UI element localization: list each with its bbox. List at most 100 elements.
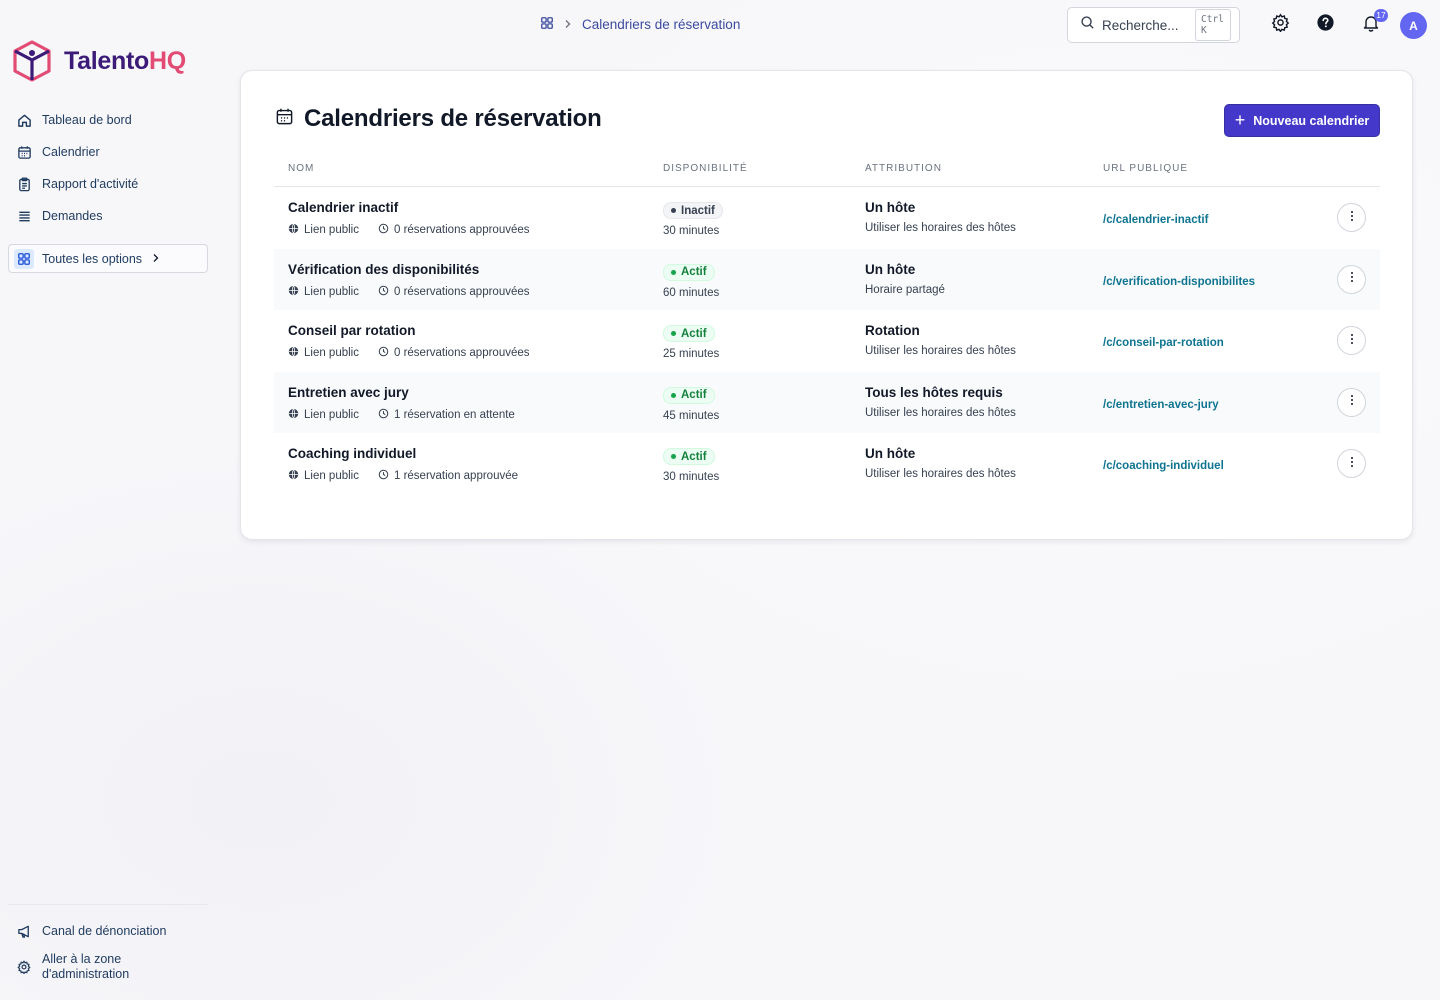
- public-link-label[interactable]: Lien public: [304, 347, 359, 359]
- row-actions-button[interactable]: [1337, 449, 1366, 478]
- sidebar-item-label: Tableau de bord: [42, 113, 132, 127]
- attribution-cell: Tous les hôtes requis Utiliser les horai…: [865, 385, 1016, 419]
- calendar-icon: [275, 107, 294, 131]
- calendar-name[interactable]: Entretien avec jury: [288, 385, 515, 400]
- globe-icon: [288, 408, 299, 422]
- calendar-name[interactable]: Calendrier inactif: [288, 200, 530, 215]
- new-calendar-button-label: Nouveau calendrier: [1253, 113, 1370, 128]
- public-url-link[interactable]: /c/verification-disponibilites: [1103, 276, 1255, 288]
- calendar-meta: Lien public 0 réservations approuvées: [288, 285, 530, 299]
- public-link-label[interactable]: Lien public: [304, 409, 359, 421]
- attribution-cell: Un hôte Utiliser les horaires des hôtes: [865, 446, 1016, 480]
- sidebar-item-activity-report[interactable]: Rapport d'activité: [8, 168, 208, 200]
- sidebar-item-label: Aller à la zone d'administration: [42, 952, 130, 981]
- row-actions-button[interactable]: [1337, 203, 1366, 232]
- breadcrumb-current[interactable]: Calendriers de réservation: [582, 17, 740, 32]
- more-vertical-icon: [1350, 270, 1354, 288]
- sidebar-item-label: Toutes les options: [42, 251, 143, 266]
- public-url-link[interactable]: /c/calendrier-inactif: [1103, 214, 1208, 226]
- sidebar-item-admin-zone[interactable]: Aller à la zone d'administration: [8, 947, 208, 987]
- public-url-link[interactable]: /c/entretien-avec-jury: [1103, 399, 1219, 411]
- public-url-link[interactable]: /c/coaching-individuel: [1103, 460, 1224, 472]
- search-box[interactable]: Ctrl K: [1067, 7, 1240, 43]
- calendar-name[interactable]: Coaching individuel: [288, 446, 518, 461]
- list-icon: [16, 208, 32, 224]
- public-url-cell: /c/conseil-par-rotation: [1103, 333, 1224, 351]
- notifications-count-badge: 17: [1374, 9, 1388, 22]
- help-icon: [1316, 13, 1335, 37]
- attribution-type: Tous les hôtes requis: [865, 384, 1003, 400]
- new-calendar-button[interactable]: + Nouveau calendrier: [1224, 104, 1380, 137]
- table-row[interactable]: Conseil par rotation Lien public 0 réser…: [274, 310, 1380, 372]
- status-dot-icon: [671, 269, 676, 275]
- public-url-link[interactable]: /c/conseil-par-rotation: [1103, 337, 1224, 349]
- attribution-type: Un hôte: [865, 200, 916, 215]
- avatar[interactable]: A: [1400, 12, 1427, 39]
- attribution-cell: Un hôte Utiliser les horaires des hôtes: [865, 200, 1016, 234]
- public-link-label[interactable]: Lien public: [304, 470, 359, 482]
- sidebar-item-whistleblowing[interactable]: Canal de dénonciation: [8, 915, 208, 947]
- bookings-count: 0 réservations approuvées: [393, 347, 530, 359]
- table-row[interactable]: Vérification des disponibilités Lien pub…: [274, 248, 1380, 310]
- column-header-availability[interactable]: Disponibilité: [663, 163, 748, 174]
- table-row[interactable]: Coaching individuel Lien public 1 réserv…: [274, 433, 1380, 495]
- column-header-attribution[interactable]: Attribution: [865, 163, 942, 174]
- status-badge: Actif: [663, 448, 715, 465]
- duration: 30 minutes: [663, 225, 720, 237]
- clock-icon: [378, 346, 389, 360]
- table-row[interactable]: Calendrier inactif Lien public 0 réserva…: [274, 187, 1380, 249]
- search-input[interactable]: [1102, 17, 1188, 33]
- sidebar-item-all-options[interactable]: Toutes les options: [8, 244, 208, 273]
- calendar-name[interactable]: Conseil par rotation: [288, 323, 530, 338]
- cube-logo-icon: [13, 40, 51, 82]
- calendar-name-cell: Vérification des disponibilités Lien pub…: [288, 262, 530, 299]
- clock-icon: [378, 223, 389, 237]
- row-actions-button[interactable]: [1337, 264, 1366, 294]
- gear-icon: [1271, 13, 1290, 37]
- attribution-type: Un hôte: [865, 261, 916, 277]
- column-header-public-url[interactable]: URL publique: [1103, 163, 1188, 174]
- schedule-type: Utiliser les horaires des hôtes: [865, 406, 1016, 419]
- availability-cell: Actif 30 minutes: [663, 446, 719, 483]
- status-dot-icon: [671, 208, 676, 213]
- clock-icon: [378, 469, 389, 483]
- duration: 30 minutes: [663, 471, 720, 483]
- sidebar-item-calendar[interactable]: Calendrier: [8, 136, 208, 168]
- sidebar-item-dashboard[interactable]: Tableau de bord: [8, 104, 208, 136]
- settings-button[interactable]: [1268, 13, 1292, 37]
- calendars-table: Nom Disponibilité Attribution URL publiq…: [274, 150, 1380, 495]
- chevron-right-icon: [564, 18, 572, 32]
- gear-icon: [16, 959, 32, 975]
- sidebar-footer: Canal de dénonciation Aller à la zone d'…: [8, 904, 208, 987]
- row-actions-button[interactable]: [1337, 326, 1366, 355]
- grid-icon[interactable]: [540, 16, 554, 33]
- calendar-name[interactable]: Vérification des disponibilités: [288, 262, 530, 277]
- table-row[interactable]: Entretien avec jury Lien public 1 réserv…: [274, 371, 1380, 433]
- plus-icon: +: [1234, 109, 1246, 130]
- brand-logo[interactable]: TalentoHQ: [12, 40, 186, 82]
- status-label: Actif: [681, 450, 707, 463]
- page-header: Calendriers de réservation: [275, 105, 602, 133]
- calendar-meta: Lien public 1 réservation approuvée: [288, 469, 518, 483]
- calendar-name-cell: Entretien avec jury Lien public 1 réserv…: [288, 385, 515, 422]
- availability-cell: Actif 60 minutes: [663, 262, 719, 299]
- row-actions-button[interactable]: [1337, 387, 1366, 417]
- column-header-name[interactable]: Nom: [288, 163, 314, 174]
- public-link-label[interactable]: Lien public: [304, 286, 359, 298]
- public-link-label[interactable]: Lien public: [304, 224, 359, 236]
- sidebar-item-requests[interactable]: Demandes: [8, 200, 208, 232]
- attribution-type: Un hôte: [865, 446, 916, 461]
- chevron-right-icon: [152, 252, 160, 266]
- clock-icon: [378, 408, 389, 422]
- status-label: Inactif: [681, 204, 715, 217]
- help-button[interactable]: [1313, 13, 1337, 37]
- brand-name: TalentoHQ: [64, 46, 186, 75]
- main-nav: Tableau de bord Calendrier Rapport d'act…: [8, 104, 208, 273]
- search-icon: [1080, 15, 1095, 35]
- globe-icon: [288, 285, 299, 299]
- attribution-cell: Un hôte Horaire partagé: [865, 262, 945, 296]
- breadcrumb: Calendriers de réservation: [540, 16, 740, 33]
- clock-icon: [378, 285, 389, 299]
- calendar-meta: Lien public 0 réservations approuvées: [288, 346, 530, 360]
- more-vertical-icon: [1350, 332, 1354, 350]
